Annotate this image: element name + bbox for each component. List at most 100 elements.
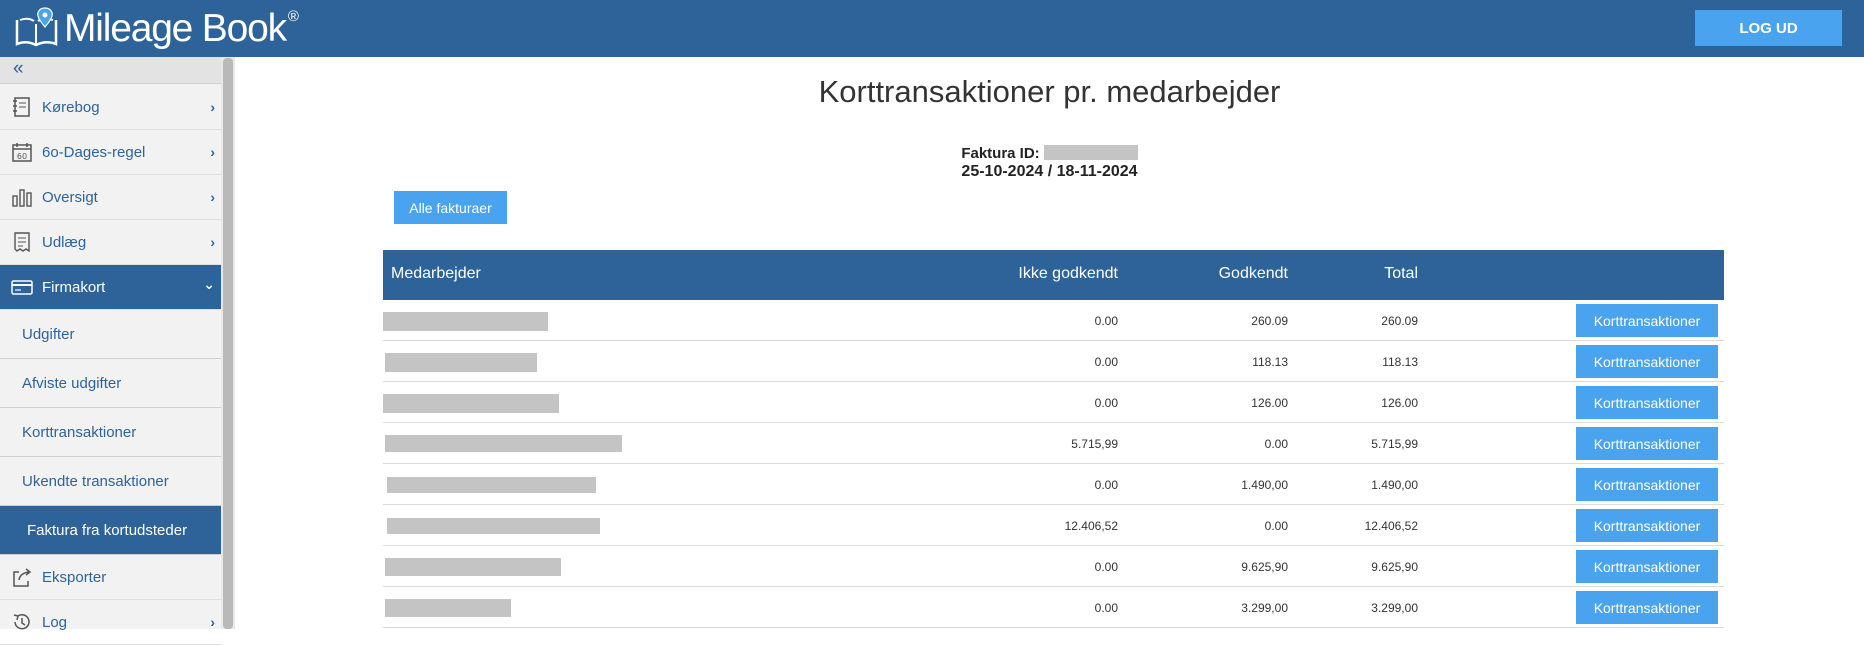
top-bar: Mileage Book ® LOG UD <box>0 0 1864 57</box>
cell-total: 118.13 <box>1382 355 1418 369</box>
cell-approved: 0.00 <box>1264 437 1288 451</box>
card-transactions-button[interactable]: Korttransaktioner <box>1576 345 1718 378</box>
sidebar-item-label: Kørebog <box>42 98 100 116</box>
chevron-right-icon: › <box>210 144 215 160</box>
column-header-total: Total <box>1384 265 1418 282</box>
double-chevron-left-icon: « <box>13 58 23 79</box>
redacted-employee-name <box>383 394 559 413</box>
card-transactions-button[interactable]: Korttransaktioner <box>1576 550 1718 583</box>
sidebar-item-eksporter[interactable]: Eksporter <box>0 555 221 600</box>
table-row: 0.00 9.625,90 9.625,90 Korttransaktioner <box>383 546 1724 587</box>
sidebar-item-label: 6o-Dages-regel <box>42 143 146 161</box>
redacted-employee-name <box>387 477 596 493</box>
column-header-approved: Godkendt <box>1218 265 1288 282</box>
svg-text:60: 60 <box>17 152 27 161</box>
cell-not-approved: 0.00 <box>1094 560 1118 574</box>
cell-approved: 126.00 <box>1251 396 1288 410</box>
table-row: 0.00 118.13 118.13 Korttransaktioner <box>383 341 1724 382</box>
sidebar-item-label: Udlæg <box>42 233 87 251</box>
history-icon <box>11 611 33 633</box>
cell-approved: 9.625,90 <box>1241 560 1288 574</box>
sidebar-scrollbar-thumb[interactable] <box>223 58 233 629</box>
cell-total: 5.715,99 <box>1371 437 1418 451</box>
sidebar-subitem-afviste-udgifter[interactable]: Afviste udgifter <box>0 359 221 408</box>
cell-not-approved: 5.715,99 <box>1071 437 1118 451</box>
sidebar-item-60-dages-regel[interactable]: 60 6o-Dages-regel › <box>0 130 221 175</box>
table-row: 0.00 126.00 126.00 Korttransaktioner <box>383 382 1724 423</box>
sidebar-collapse-toggle[interactable]: « <box>0 57 221 84</box>
card-transactions-button[interactable]: Korttransaktioner <box>1576 468 1718 501</box>
redacted-employee-name <box>383 312 548 331</box>
employee-transactions-table: Medarbejder Ikke godkendt Godkendt Total… <box>383 250 1724 628</box>
cell-total: 9.625,90 <box>1371 560 1418 574</box>
sidebar-item-oversigt[interactable]: Oversigt › <box>0 175 221 220</box>
table-row: 5.715,99 0.00 5.715,99 Korttransaktioner <box>383 423 1724 464</box>
calendar-60-icon: 60 <box>11 141 33 163</box>
sidebar-item-korebog[interactable]: Kørebog › <box>0 85 221 130</box>
redacted-invoice-id <box>1043 145 1138 160</box>
sidebar-nav: Kørebog › 60 6o-Dages-regel › Oversigt ›… <box>0 85 221 645</box>
logout-button[interactable]: LOG UD <box>1695 10 1842 46</box>
export-icon <box>11 566 33 588</box>
redacted-employee-name <box>385 599 511 617</box>
cell-approved: 118.13 <box>1252 355 1288 369</box>
cell-not-approved: 0.00 <box>1094 601 1118 615</box>
credit-card-icon <box>11 276 33 298</box>
cell-not-approved: 0.00 <box>1094 355 1118 369</box>
sidebar-subitem-udgifter[interactable]: Udgifter <box>0 310 221 359</box>
sidebar: « Kørebog › 60 6o-Dages-regel › Oversigt… <box>0 57 221 645</box>
cell-approved: 1.490,00 <box>1241 478 1288 492</box>
cell-not-approved: 0.00 <box>1094 396 1118 410</box>
sidebar-subitem-ukendte-transaktioner[interactable]: Ukendte transaktioner <box>0 457 221 506</box>
redacted-employee-name <box>385 558 561 576</box>
sidebar-item-udlaeg[interactable]: Udlæg › <box>0 220 221 265</box>
chevron-right-icon: › <box>210 189 215 205</box>
chevron-down-icon: ⌄ <box>203 276 215 292</box>
card-transactions-button[interactable]: Korttransaktioner <box>1576 304 1718 337</box>
sidebar-subitem-faktura-fra-kortudsteder[interactable]: Faktura fra kortudsteder <box>0 506 221 555</box>
sidebar-subitem-korttransaktioner[interactable]: Korttransaktioner <box>0 408 221 457</box>
table-row: 0.00 260.09 260.09 Korttransaktioner <box>383 300 1724 341</box>
column-header-not-approved: Ikke godkendt <box>1018 265 1118 282</box>
invoice-id: Faktura ID: <box>235 145 1864 162</box>
registered-mark: ® <box>287 8 299 25</box>
cell-total: 260.09 <box>1381 314 1418 328</box>
cell-not-approved: 12.406,52 <box>1064 519 1118 533</box>
page-title: Korttransaktioner pr. medarbejder <box>818 74 1281 109</box>
cell-approved: 3.299,00 <box>1241 601 1288 615</box>
sidebar-subitem-label: Faktura fra kortudsteder <box>27 521 188 539</box>
chevron-right-icon: › <box>210 99 215 115</box>
redacted-employee-name <box>385 435 622 452</box>
card-transactions-button[interactable]: Korttransaktioner <box>1576 509 1718 542</box>
cell-total: 1.490,00 <box>1371 478 1418 492</box>
table-header: Medarbejder Ikke godkendt Godkendt Total <box>383 250 1724 300</box>
book-pin-icon <box>15 7 58 47</box>
sidebar-item-label: Eksporter <box>42 568 107 586</box>
bar-chart-icon <box>11 186 33 208</box>
sidebar-item-label: Log <box>42 613 68 631</box>
table-row: 12.406,52 0.00 12.406,52 Korttransaktion… <box>383 505 1724 546</box>
sidebar-subitem-label: Ukendte transaktioner <box>22 472 169 490</box>
cell-total: 3.299,00 <box>1371 601 1418 615</box>
column-header-employee: Medarbejder <box>391 265 481 282</box>
logo-text: Mileage Book <box>64 7 287 50</box>
sidebar-item-label: Oversigt <box>42 188 98 206</box>
chevron-right-icon: › <box>210 234 215 250</box>
cell-approved: 260.09 <box>1251 314 1288 328</box>
logo[interactable]: Mileage Book ® <box>14 6 299 52</box>
cell-total: 126.00 <box>1381 396 1418 410</box>
redacted-employee-name <box>385 353 537 372</box>
invoice-id-label: Faktura ID: <box>961 145 1040 162</box>
card-transactions-button[interactable]: Korttransaktioner <box>1576 427 1718 460</box>
all-invoices-button[interactable]: Alle fakturaer <box>394 191 507 224</box>
chevron-right-icon: › <box>210 614 215 630</box>
sidebar-subitem-label: Udgifter <box>22 325 75 343</box>
receipt-icon <box>11 231 33 253</box>
logbook-icon <box>11 96 33 118</box>
sidebar-item-log[interactable]: Log › <box>0 600 221 645</box>
cell-not-approved: 0.00 <box>1094 314 1118 328</box>
sidebar-item-firmakort[interactable]: Firmakort ⌄ <box>0 265 221 310</box>
card-transactions-button[interactable]: Korttransaktioner <box>1576 591 1718 624</box>
card-transactions-button[interactable]: Korttransaktioner <box>1576 386 1718 419</box>
sidebar-subitem-label: Afviste udgifter <box>22 374 122 392</box>
